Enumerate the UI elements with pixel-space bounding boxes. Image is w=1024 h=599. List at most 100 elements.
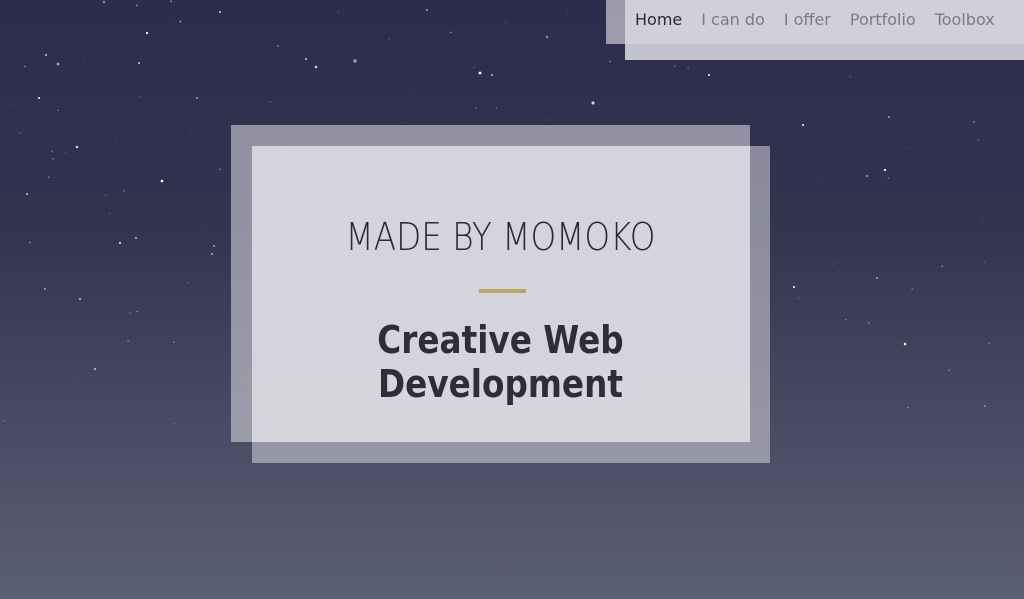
star-dot [406,121,408,123]
star-dot [109,212,111,215]
star-dot [549,119,551,121]
star-dot [833,263,835,265]
star-dot [475,107,477,109]
star-dot [219,11,221,13]
star-dot [135,237,137,239]
star-dot [977,139,979,141]
star-dot [138,62,140,64]
star-dot [305,58,307,60]
star-dot [887,177,889,179]
star-dot [545,35,549,39]
star-dot [136,310,138,312]
star-dot [567,9,569,11]
star-dot [145,31,149,35]
star-dot [888,116,890,118]
star-dot [13,105,15,106]
star-dot [876,277,878,279]
star-dot [172,15,174,17]
hero-divider [479,289,526,293]
star-dot [122,190,125,192]
star-dot [219,168,222,170]
star-dot [314,65,318,69]
star-dot [75,145,79,149]
star-dot [948,369,950,371]
star-dot [473,66,475,68]
star-dot [211,253,213,255]
star-dot [849,76,851,78]
star-dot [988,342,991,345]
star-dot [269,101,272,103]
nav-item-i-can-do[interactable]: I can do [701,10,765,29]
star-dot [57,109,59,112]
star-dot [65,152,67,154]
star-dot [801,123,805,127]
star-dot [44,288,46,290]
star-dot [38,97,40,99]
star-dot [52,158,54,160]
star-dot [911,288,913,290]
star-dot [673,65,676,68]
star-dot [490,73,494,77]
star-dot [353,59,357,63]
star-dot [136,4,138,7]
star-dot [338,11,339,13]
star-dot [190,130,192,132]
star-dot [0,208,1,211]
star-dot [883,168,887,172]
star-dot [127,340,129,342]
hero-subtitle: Creative Web Development [377,318,624,406]
star-dot [94,368,96,370]
star-dot [414,95,416,97]
star-dot [982,220,983,222]
star-dot [79,298,81,300]
nav-item-portfolio[interactable]: Portfolio [850,10,916,29]
star-dot [187,282,189,284]
star-dot [129,312,132,315]
star-dot [102,0,106,4]
star-dot [3,419,5,422]
main-navigation: Home I can do I offer Portfolio Toolbox [625,0,1014,38]
star-dot [609,60,611,63]
star-dot [104,194,107,196]
nav-item-i-offer[interactable]: I offer [784,10,831,29]
star-dot [213,245,215,247]
star-dot [48,176,50,179]
star-dot [45,54,47,56]
nav-item-home[interactable]: Home [635,10,682,29]
star-dot [26,193,28,195]
star-dot [941,265,944,268]
star-dot [138,95,140,97]
star-dot [868,322,870,324]
star-dot [973,121,975,123]
star-dot [909,147,911,149]
star-dot [196,97,198,99]
star-dot [866,175,868,177]
hero-title: MADE BY MOMOKO [345,215,656,259]
star-dot [173,423,176,425]
star-dot [78,378,80,380]
star-dot [173,341,175,343]
star-dot [798,297,800,299]
star-dot [505,21,507,23]
star-dot [426,9,428,11]
star-dot [170,0,173,3]
star-dot [24,65,26,68]
star-dot [277,45,279,47]
star-dot [29,241,31,244]
star-dot [915,243,917,245]
star-dot [388,38,390,40]
star-dot [591,101,595,105]
star-dot [821,176,823,178]
star-dot [160,179,164,183]
star-dot [51,150,53,152]
star-dot [118,241,122,245]
star-dot [984,261,986,263]
star-dot [907,407,909,409]
star-dot [449,31,452,34]
star-dot [708,74,710,76]
star-dot [478,71,482,75]
star-dot [204,226,206,228]
star-dot [687,67,689,69]
star-dot [18,132,21,134]
nav-item-toolbox[interactable]: Toolbox [935,10,995,29]
